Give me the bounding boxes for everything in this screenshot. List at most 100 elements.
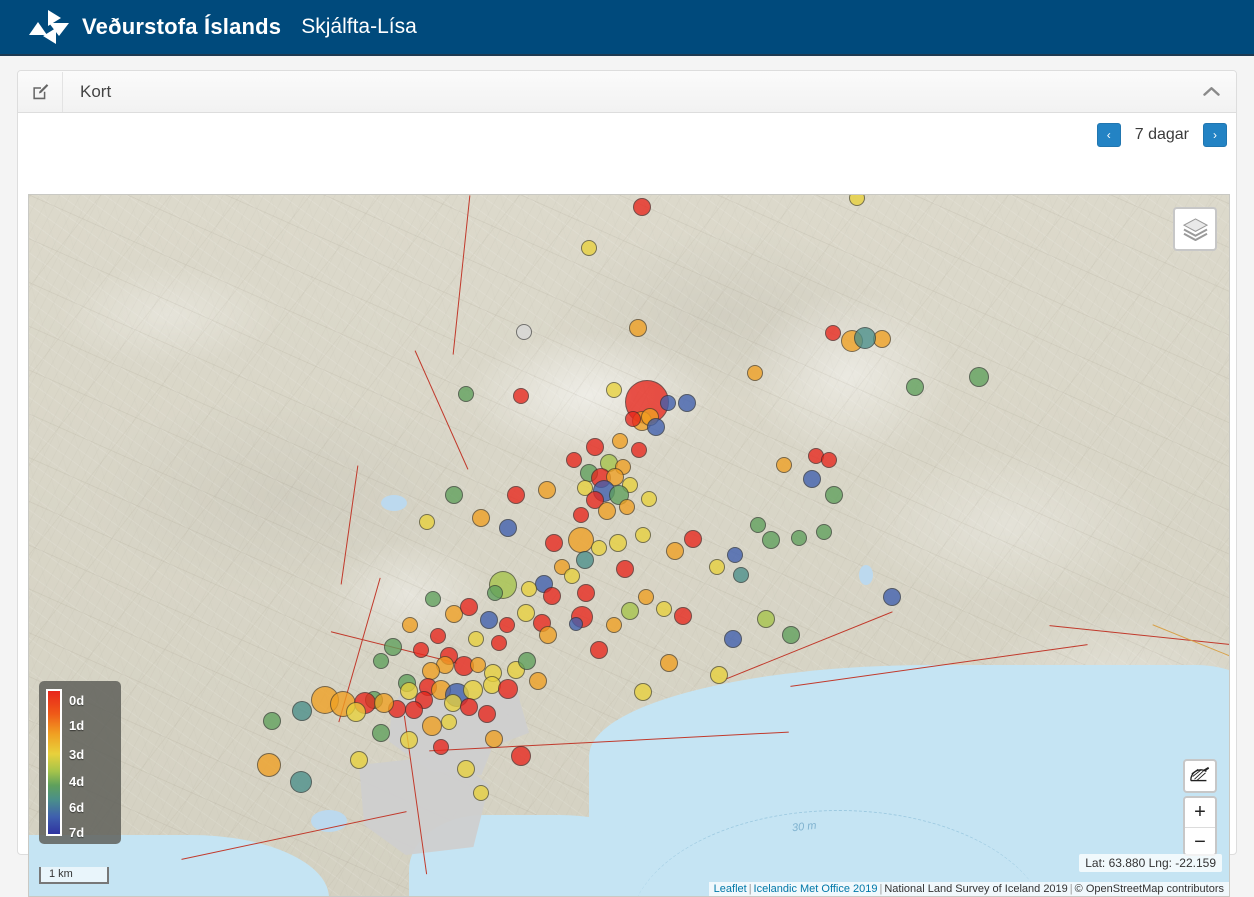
earthquake-marker[interactable]: [641, 491, 657, 507]
earthquake-marker[interactable]: [372, 724, 390, 742]
earthquake-marker[interactable]: [457, 760, 475, 778]
earthquake-marker[interactable]: [402, 617, 418, 633]
earthquake-marker[interactable]: [906, 378, 924, 396]
earthquake-marker[interactable]: [485, 730, 503, 748]
earthquake-marker[interactable]: [750, 517, 766, 533]
earthquake-marker[interactable]: [581, 240, 597, 256]
earthquake-marker[interactable]: [263, 712, 281, 730]
earthquake-marker[interactable]: [656, 601, 672, 617]
earthquake-marker[interactable]: [513, 388, 529, 404]
earthquake-marker[interactable]: [762, 531, 780, 549]
earthquake-marker[interactable]: [346, 702, 366, 722]
earthquake-marker[interactable]: [487, 585, 503, 601]
earthquake-marker[interactable]: [400, 731, 418, 749]
earthquake-marker[interactable]: [598, 502, 616, 520]
zoom-in-button[interactable]: +: [1185, 798, 1215, 828]
earthquake-marker[interactable]: [445, 486, 463, 504]
earthquake-marker[interactable]: [384, 638, 402, 656]
earthquake-marker[interactable]: [576, 551, 594, 569]
earthquake-marker[interactable]: [433, 739, 449, 755]
earthquake-marker[interactable]: [969, 367, 989, 387]
earthquake-marker[interactable]: [350, 751, 368, 769]
earthquake-marker[interactable]: [757, 610, 775, 628]
earthquake-marker[interactable]: [782, 626, 800, 644]
layers-control-button[interactable]: [1173, 207, 1217, 251]
earthquake-marker[interactable]: [586, 438, 604, 456]
earthquake-marker[interactable]: [854, 327, 876, 349]
earthquake-marker[interactable]: [539, 626, 557, 644]
earthquake-marker[interactable]: [257, 753, 281, 777]
earthquake-marker[interactable]: [373, 653, 389, 669]
edit-panel-button[interactable]: [18, 72, 63, 112]
earthquake-marker[interactable]: [678, 394, 696, 412]
earthquake-marker[interactable]: [647, 418, 665, 436]
earthquake-marker[interactable]: [803, 470, 821, 488]
earthquake-marker[interactable]: [543, 587, 561, 605]
earthquake-marker[interactable]: [516, 324, 532, 340]
earthquake-marker[interactable]: [405, 701, 423, 719]
earthquake-marker[interactable]: [631, 442, 647, 458]
earthquake-marker[interactable]: [791, 530, 807, 546]
earthquake-marker[interactable]: [733, 567, 749, 583]
earthquake-marker[interactable]: [776, 457, 792, 473]
earthquake-marker[interactable]: [545, 534, 563, 552]
earthquake-marker[interactable]: [463, 680, 483, 700]
earthquake-marker[interactable]: [422, 662, 440, 680]
earthquake-marker[interactable]: [499, 617, 515, 633]
earthquake-marker[interactable]: [821, 452, 837, 468]
earthquake-marker[interactable]: [577, 584, 595, 602]
earthquake-marker[interactable]: [498, 679, 518, 699]
earthquake-marker[interactable]: [529, 672, 547, 690]
earthquake-marker[interactable]: [374, 693, 394, 713]
earthquake-marker[interactable]: [480, 611, 498, 629]
earthquake-marker[interactable]: [674, 607, 692, 625]
attribution-leaflet-link[interactable]: Leaflet: [714, 883, 747, 895]
earthquake-marker[interactable]: [660, 395, 676, 411]
earthquake-marker[interactable]: [564, 568, 580, 584]
earthquake-marker[interactable]: [684, 530, 702, 548]
earthquake-marker[interactable]: [518, 652, 536, 670]
brand-link[interactable]: Veðurstofa Íslands: [28, 9, 281, 45]
earthquake-marker[interactable]: [444, 694, 462, 712]
earthquake-marker[interactable]: [629, 319, 647, 337]
earthquake-marker[interactable]: [422, 716, 442, 736]
earthquake-marker[interactable]: [619, 499, 635, 515]
earthquake-marker[interactable]: [468, 631, 484, 647]
earthquake-marker[interactable]: [491, 635, 507, 651]
earthquake-marker[interactable]: [825, 325, 841, 341]
earthquake-marker[interactable]: [660, 654, 678, 672]
earthquake-marker[interactable]: [538, 481, 556, 499]
earthquake-marker[interactable]: [633, 198, 651, 216]
zoom-out-button[interactable]: −: [1185, 828, 1215, 856]
earthquake-marker[interactable]: [473, 785, 489, 801]
earthquake-marker[interactable]: [747, 365, 763, 381]
earthquake-marker[interactable]: [612, 433, 628, 449]
earthquake-marker[interactable]: [290, 771, 312, 793]
leaflet-map[interactable]: 30 m: [28, 194, 1230, 897]
earthquake-marker[interactable]: [419, 514, 435, 530]
earthquake-marker[interactable]: [616, 560, 634, 578]
earthquake-marker[interactable]: [609, 534, 627, 552]
earthquake-marker[interactable]: [499, 519, 517, 537]
earthquake-marker[interactable]: [727, 547, 743, 563]
earthquake-marker[interactable]: [591, 540, 607, 556]
pager-next-button[interactable]: ›: [1203, 123, 1227, 147]
earthquake-marker[interactable]: [710, 666, 728, 684]
earthquake-marker[interactable]: [606, 382, 622, 398]
earthquake-marker[interactable]: [621, 602, 639, 620]
earthquake-marker[interactable]: [425, 591, 441, 607]
earthquake-marker[interactable]: [430, 628, 446, 644]
earthquake-marker[interactable]: [521, 581, 537, 597]
earthquake-marker[interactable]: [635, 527, 651, 543]
earthquake-marker[interactable]: [638, 589, 654, 605]
earthquake-marker[interactable]: [292, 701, 312, 721]
earthquake-marker[interactable]: [566, 452, 582, 468]
earthquake-marker[interactable]: [816, 524, 832, 540]
earthquake-marker[interactable]: [825, 486, 843, 504]
earthquake-marker[interactable]: [666, 542, 684, 560]
earthquake-marker[interactable]: [413, 642, 429, 658]
earthquake-marker[interactable]: [517, 604, 535, 622]
earthquake-marker[interactable]: [400, 682, 418, 700]
measure-control-button[interactable]: [1183, 759, 1217, 793]
attribution-met-office-link[interactable]: Icelandic Met Office 2019: [754, 883, 878, 895]
